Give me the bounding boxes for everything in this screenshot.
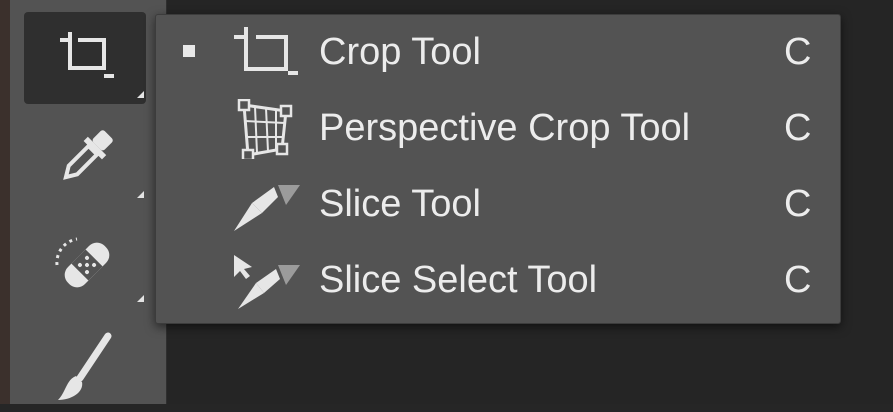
perspective-crop-icon [237,99,293,159]
submenu-indicator [137,295,144,302]
crop-icon [60,32,114,78]
toolbar-crop-tool[interactable] [24,12,146,104]
window-edge [0,0,10,404]
keyboard-shortcut: C [784,183,812,225]
submenu-indicator [137,91,144,98]
menu-item-label: Perspective Crop Tool [319,107,691,149]
menu-item-label: Crop Tool [319,31,481,73]
bandage-icon [55,237,110,288]
menu-item-perspective-crop-tool[interactable]: Perspective Crop Tool C [156,93,840,165]
menu-item-crop-tool[interactable]: Crop Tool C [156,17,840,89]
slice-select-icon [234,255,300,309]
menu-item-slice-tool[interactable]: Slice Tool C [156,169,840,241]
menu-item-label: Slice Select Tool [319,259,598,301]
crop-icon [234,27,298,75]
toolbar-healing-brush-tool[interactable] [24,216,146,308]
toolbar-brush-tool[interactable] [24,320,146,412]
selected-indicator [183,45,195,57]
slice-icon [234,185,300,231]
brush-icon [58,332,112,400]
crop-tools-flyout-menu: Crop Tool C Perspective Crop Tool C Slic… [155,14,841,324]
eyedropper-icon [63,130,113,180]
keyboard-shortcut: C [784,31,812,73]
submenu-indicator [137,191,144,198]
menu-item-label: Slice Tool [319,183,481,225]
keyboard-shortcut: C [784,259,812,301]
keyboard-shortcut: C [784,107,812,149]
toolbar-eyedropper-tool[interactable] [24,112,146,204]
menu-item-slice-select-tool[interactable]: Slice Select Tool C [156,245,840,317]
tools-panel [10,0,167,404]
